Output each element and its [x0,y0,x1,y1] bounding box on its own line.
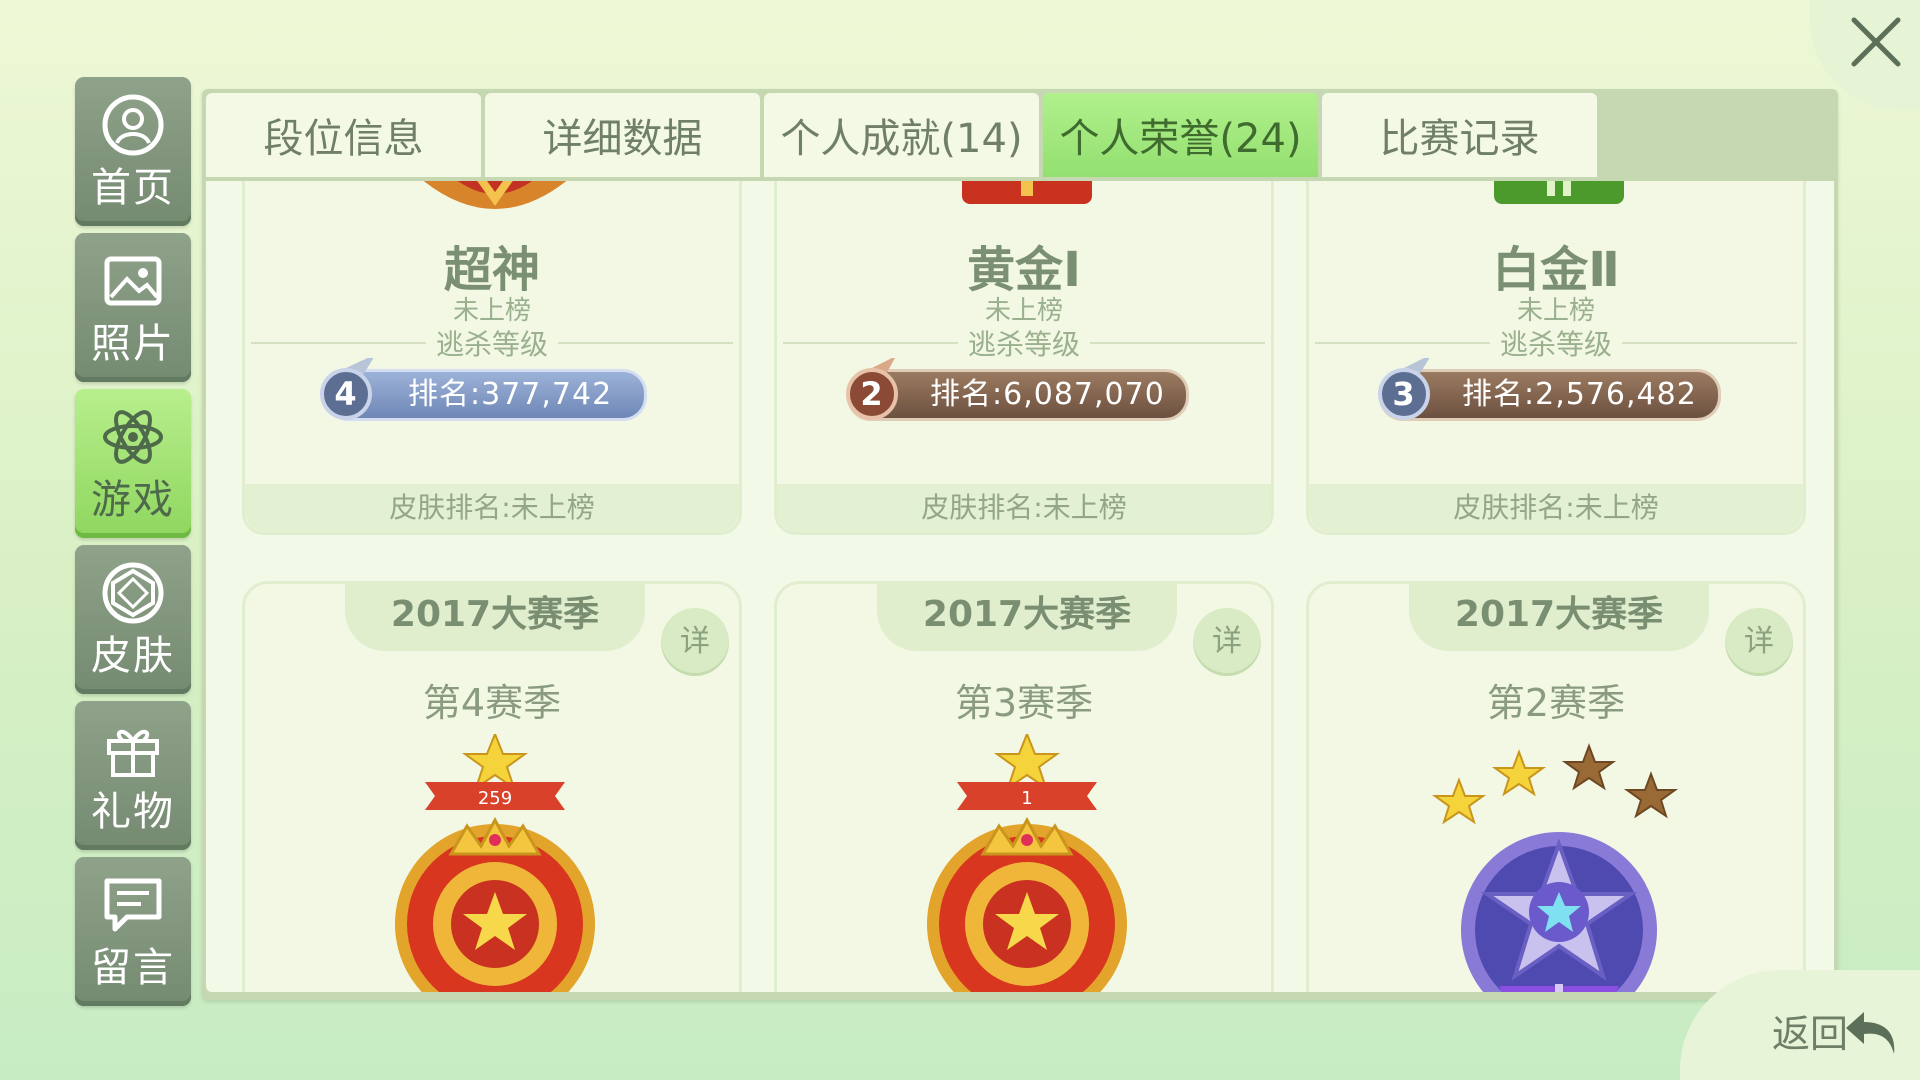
sidebar-item-skin[interactable]: 皮肤 [75,545,191,694]
tab-detailed-data[interactable]: 详细数据 [485,93,760,177]
main-panel: 段位信息 详细数据 个人成就(14) 个人荣誉(24) 比赛记录 超神 未上榜 … [202,89,1838,1000]
photo-icon [101,249,165,313]
rank-pill: 4 排名:377,742 [320,358,647,421]
gift-icon [101,717,165,781]
season-card: 2017大赛季 详 第3赛季 1 [774,581,1274,992]
rank-badge-number: 2 [860,375,883,413]
season-name: 第3赛季 [954,681,1094,725]
purple-star-medal-icon [1431,743,1679,992]
sidebar-item-home[interactable]: 首页 [75,77,191,226]
rank-divider-label: 逃杀等级 [968,328,1081,361]
rank-status: 未上榜 [452,296,531,326]
back-label: 返回 [1771,1012,1848,1056]
rank-badge-number: 4 [334,375,357,413]
season-name: 第2赛季 [1486,681,1626,725]
gold-crown-medal-icon: 259 [395,734,595,992]
tab-honors[interactable]: 个人荣誉(24) [1043,93,1318,177]
sidebar: 首页 照片 游戏 皮肤 礼物 留言 [75,77,191,1013]
detail-button[interactable]: 详 [661,608,729,676]
tab-rank-info[interactable]: 段位信息 [206,93,481,177]
sidebar-item-photo[interactable]: 照片 [75,233,191,382]
sidebar-item-label: 游戏 [91,476,175,523]
sidebar-item-gift[interactable]: 礼物 [75,701,191,850]
season-card: 2017大赛季 详 第2赛季 [1306,581,1806,992]
rank-emblem-icon [423,181,567,209]
tab-achievements[interactable]: 个人成就(14) [764,93,1039,177]
rank-pill: 3 排名:2,576,482 [1378,358,1721,421]
sidebar-item-game[interactable]: 游戏 [75,389,191,538]
skin-icon [101,561,165,625]
medal-number: 259 [478,788,512,809]
skin-rank: 皮肤排名:未上榜 [777,484,1271,532]
rank-emblem-icon [962,181,1092,204]
wing-badge-icon: 4 [320,358,374,420]
wing-badge-icon: 3 [1378,358,1430,420]
rank-pill: 2 排名:6,087,070 [846,358,1189,421]
sidebar-item-label: 首页 [91,164,175,211]
wing-badge-icon: 2 [846,358,898,420]
tab-bar: 段位信息 详细数据 个人成就(14) 个人荣誉(24) 比赛记录 [206,93,1601,177]
rank-status: 未上榜 [984,296,1063,326]
atom-icon [101,405,165,469]
rank-number: 排名:2,576,482 [1462,377,1697,412]
rank-divider: 逃杀等级 [251,326,734,361]
skin-rank: 皮肤排名:未上榜 [245,484,739,532]
rank-card: 超神 未上榜 逃杀等级 4 排名:377,742 皮肤排名:未上榜 [242,181,742,535]
rank-status: 未上榜 [1516,296,1595,326]
season-banner: 2017大赛季 [877,581,1177,651]
rank-divider: 逃杀等级 [1315,326,1798,361]
season-banner: 2017大赛季 [1409,581,1709,651]
rank-number: 排名:6,087,070 [930,377,1165,412]
sidebar-item-label: 礼物 [91,788,175,835]
sidebar-item-label: 皮肤 [91,632,175,679]
rank-emblem-icon [1494,181,1624,204]
detail-button[interactable]: 详 [1725,608,1793,676]
rank-badge-number: 3 [1392,375,1415,413]
season-banner: 2017大赛季 [345,581,645,651]
rank-card: 黄金Ⅰ 未上榜 逃杀等级 2 排名:6,087,070 皮肤排名:未上榜 [774,181,1274,535]
return-arrow-icon [1846,1012,1895,1054]
home-icon [101,93,165,157]
tab-match-records[interactable]: 比赛记录 [1322,93,1597,177]
honors-content[interactable]: 超神 未上榜 逃杀等级 4 排名:377,742 皮肤排名:未上榜 黄金Ⅰ 未上… [206,181,1834,992]
sidebar-item-label: 留言 [91,944,175,991]
rank-divider-label: 逃杀等级 [436,328,549,361]
season-name: 第4赛季 [422,681,562,725]
season-card: 2017大赛季 详 第4赛季 259 [242,581,742,992]
rank-number: 排名:377,742 [408,377,613,412]
medal-number: 1 [1021,788,1032,809]
rank-divider: 逃杀等级 [783,326,1266,361]
gold-crown-medal-icon: 1 [927,734,1127,992]
rank-card: 白金Ⅱ 未上榜 逃杀等级 3 排名:2,576,482 皮肤排名:未上榜 [1306,181,1806,535]
rank-divider-label: 逃杀等级 [1500,328,1613,361]
message-icon [101,873,165,937]
sidebar-item-label: 照片 [91,320,175,367]
skin-rank: 皮肤排名:未上榜 [1309,484,1803,532]
close-icon [1851,17,1901,67]
detail-button[interactable]: 详 [1193,608,1261,676]
sidebar-item-message[interactable]: 留言 [75,857,191,1006]
